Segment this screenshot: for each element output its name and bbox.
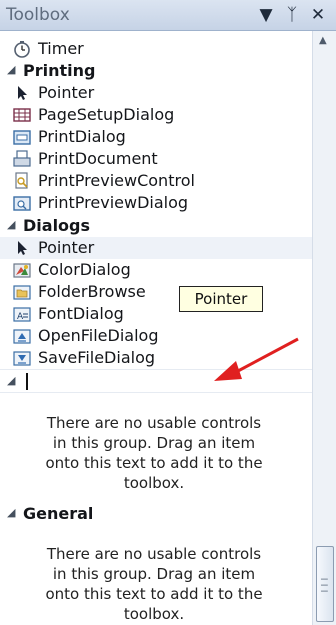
toolbox-item-label: OpenFileDialog [38,326,159,345]
print-preview-control-icon [15,172,28,189]
toolbox-item-colordialog[interactable]: ColorDialog [0,259,312,281]
toolbox-item-pagesetupdialog[interactable]: PageSetupDialog [0,104,312,126]
message-line: onto this text to add it to the [45,454,263,472]
collapse-arrow-icon[interactable]: ◢ [7,506,15,519]
message-line: toolbox. [123,605,185,623]
toolbox-item-label: Pointer [38,238,95,257]
toolbox-item-label: PrintDialog [38,127,126,146]
toolbox-item-label: ColorDialog [38,260,131,279]
toolbox-item-label: SaveFileDialog [38,348,156,367]
group-header-label: Dialogs [23,216,91,235]
title-bar: Toolbox ▼ ᛉ ✕ [0,0,336,31]
group-header-dialogs[interactable]: ◢ Dialogs [0,215,312,237]
toolbox-item-pointer[interactable]: Pointer [0,82,312,104]
message-line: onto this text to add it to the [45,585,263,603]
toolbox-item-label: PrintDocument [38,149,158,168]
toolbox-item-label: FontDialog [38,304,124,323]
toolbox-item-label: Timer [38,39,84,58]
message-line: in this group. Drag an item [52,565,256,583]
toolbox-item-savefiledialog[interactable]: SaveFileDialog [0,347,312,369]
empty-group-message[interactable]: There are no usable controls in this gro… [18,413,290,493]
color-dialog-icon [13,263,31,278]
toolbox-item-label: PrintPreviewDialog [38,193,189,212]
scroll-thumb[interactable]: ─ ─ ─ [316,546,334,622]
collapse-arrow-icon[interactable]: ◢ [7,218,15,231]
timer-icon [14,41,30,58]
grip-icon: ─ ─ ─ [321,573,328,598]
toolbox-item-fontdialog[interactable]: A FontDialog [0,303,312,325]
group-header-label: General [23,504,94,523]
toolbox-item-label: PageSetupDialog [38,105,175,124]
tooltip: Pointer [179,286,263,312]
font-dialog-icon: A [13,307,31,322]
folder-browse-icon [13,285,31,300]
print-preview-dialog-icon [13,196,31,211]
vertical-scrollbar[interactable]: ▲ ─ ─ ─ [312,31,336,625]
collapse-arrow-icon[interactable]: ◢ [7,374,15,387]
new-group-name-input[interactable]: ◢ [0,369,312,393]
toolbox-list: Timer ◢ Printing Pointer PageSetupDialog [0,31,312,625]
toolbox-item-label: Pointer [38,83,95,102]
toolbox-item-folderbrowse[interactable]: FolderBrowse [0,281,312,303]
group-header-label: Printing [23,61,96,80]
toolbox-item-label: FolderBrowse [38,282,146,301]
toolbox-item-timer[interactable]: Timer [0,38,312,60]
pointer-icon [18,86,27,100]
svg-text:A: A [17,312,24,322]
empty-group-message[interactable]: There are no usable controls in this gro… [18,544,290,624]
dropdown-icon[interactable]: ▼ [257,5,275,25]
message-line: toolbox. [123,474,185,492]
toolbox-item-printpreviewdialog[interactable]: PrintPreviewDialog [0,192,312,214]
toolbox-item-pointer-selected[interactable]: Pointer [0,237,312,259]
group-header-printing[interactable]: ◢ Printing [0,60,312,82]
pointer-icon [18,241,27,255]
print-dialog-icon [13,130,31,145]
save-file-dialog-icon [13,351,31,366]
toolbox-window: Toolbox ▼ ᛉ ✕ Timer ◢ Printing Pointer P… [0,0,336,625]
window-title: Toolbox [6,5,70,25]
toolbox-item-openfiledialog[interactable]: OpenFileDialog [0,325,312,347]
open-file-dialog-icon [13,329,31,344]
close-icon[interactable]: ✕ [309,5,327,25]
text-caret [26,373,28,390]
toolbox-item-printdocument[interactable]: PrintDocument [0,148,312,170]
message-line: There are no usable controls [46,545,262,563]
collapse-arrow-icon[interactable]: ◢ [7,63,15,76]
print-document-icon [13,150,31,167]
toolbox-item-printpreviewcontrol[interactable]: PrintPreviewControl [0,170,312,192]
group-header-general[interactable]: ◢ General [0,503,312,525]
toolbox-item-printdialog[interactable]: PrintDialog [0,126,312,148]
toolbox-item-label: PrintPreviewControl [38,171,195,190]
scroll-up-icon[interactable]: ▲ [319,35,327,46]
message-line: in this group. Drag an item [52,434,256,452]
message-line: There are no usable controls [46,414,262,432]
page-setup-icon [13,108,31,122]
pin-icon[interactable]: ᛉ [283,5,301,25]
